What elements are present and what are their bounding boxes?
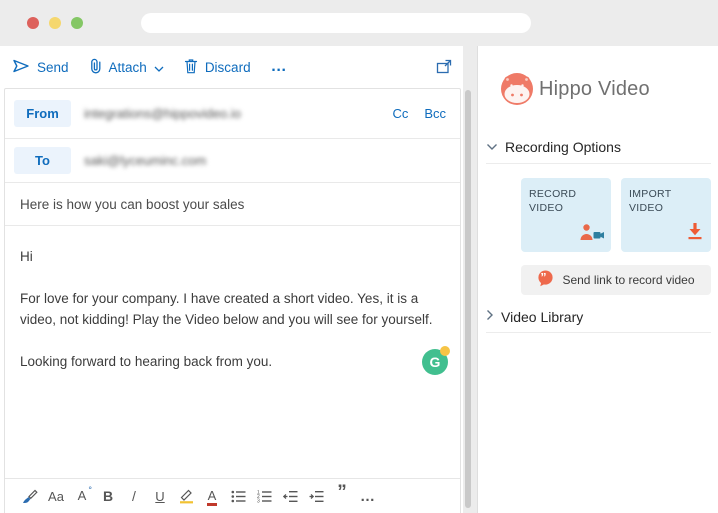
- send-icon: [12, 58, 30, 77]
- discard-label: Discard: [205, 60, 251, 75]
- cc-button[interactable]: Cc: [392, 106, 408, 121]
- import-video-card[interactable]: IMPORT VIDEO: [621, 178, 711, 252]
- panel-title: Hippo Video: [539, 78, 650, 101]
- font-color-button[interactable]: A: [203, 485, 221, 507]
- svg-text:”: ”: [541, 270, 547, 284]
- svg-text:3: 3: [257, 498, 260, 502]
- send-link-label: Send link to record video: [562, 273, 694, 287]
- section-label: Recording Options: [505, 139, 621, 155]
- divider: [486, 332, 711, 333]
- address-bar[interactable]: [141, 13, 531, 33]
- body-paragraph-1: For love for your company. I have create…: [20, 288, 444, 330]
- section-recording-options[interactable]: Recording Options: [486, 138, 621, 156]
- quote-button[interactable]: ”: [333, 485, 351, 507]
- compose-command-bar: Send Attach Discard …: [0, 46, 463, 88]
- to-button[interactable]: To: [14, 147, 71, 174]
- font-icon[interactable]: Aa: [47, 485, 65, 507]
- section-label: Video Library: [501, 309, 583, 325]
- underline-button[interactable]: U: [151, 485, 169, 507]
- chevron-right-icon: [486, 308, 494, 326]
- grammarly-icon[interactable]: G: [422, 349, 448, 375]
- record-video-icon: [580, 223, 604, 245]
- from-row: From integrations@hippovideo.io Cc Bcc: [5, 89, 460, 139]
- grammarly-badge-dot: [440, 346, 450, 356]
- bcc-button[interactable]: Bcc: [424, 106, 446, 121]
- send-button[interactable]: Send: [12, 58, 69, 77]
- outdent-icon[interactable]: [281, 485, 299, 507]
- indent-icon[interactable]: [307, 485, 325, 507]
- body-paragraph-2: Looking forward to hearing back from you…: [20, 351, 444, 372]
- subject-text: Here is how you can boost your sales: [20, 197, 244, 212]
- chevron-down-icon: [486, 138, 498, 156]
- popout-button[interactable]: [436, 59, 452, 79]
- bullet-list-icon[interactable]: [229, 485, 247, 507]
- hippo-logo-icon: [500, 72, 534, 106]
- message-body-editor[interactable]: Hi For love for your company. I have cre…: [5, 226, 460, 478]
- import-video-icon: [686, 222, 704, 245]
- divider: [486, 163, 711, 164]
- discard-button[interactable]: Discard: [184, 58, 251, 77]
- body-greeting: Hi: [20, 246, 444, 267]
- attach-label: Attach: [109, 60, 147, 75]
- compose-card: From integrations@hippovideo.io Cc Bcc T…: [4, 88, 461, 513]
- highlight-icon[interactable]: [177, 485, 195, 507]
- window-close-button[interactable]: [27, 17, 39, 29]
- section-video-library[interactable]: Video Library: [486, 308, 583, 326]
- compose-pane: Send Attach Discard …: [0, 46, 463, 513]
- browser-titlebar: [0, 0, 718, 46]
- record-video-card[interactable]: RECORD VIDEO: [521, 178, 611, 252]
- from-button[interactable]: From: [14, 100, 71, 127]
- formatting-toolbar: Aa A ° B / U A 123: [5, 478, 460, 513]
- numbered-list-icon[interactable]: 123: [255, 485, 273, 507]
- scrollbar-track: [463, 46, 477, 513]
- window-minimize-button[interactable]: [49, 17, 61, 29]
- attach-icon: [89, 58, 102, 77]
- format-painter-icon[interactable]: [21, 485, 39, 507]
- send-link-to-record-button[interactable]: ” Send link to record video: [521, 265, 711, 295]
- chevron-down-icon: [154, 60, 164, 75]
- speech-bubble-icon: ”: [537, 269, 554, 292]
- to-address[interactable]: saki@lyceuminc.com: [84, 153, 206, 168]
- to-row: To saki@lyceuminc.com: [5, 139, 460, 183]
- italic-button[interactable]: /: [125, 485, 143, 507]
- popout-icon: [436, 61, 452, 78]
- send-label: Send: [37, 60, 69, 75]
- more-commands-button[interactable]: …: [271, 58, 288, 76]
- app-window: Send Attach Discard …: [0, 0, 718, 513]
- record-video-label: RECORD VIDEO: [529, 187, 583, 215]
- hippo-video-panel: Hippo Video Recording Options RECORD VID…: [477, 46, 718, 513]
- font-size-icon[interactable]: A °: [73, 485, 91, 507]
- bold-button[interactable]: B: [99, 485, 117, 507]
- import-video-label: IMPORT VIDEO: [629, 187, 683, 215]
- more-formatting-button[interactable]: …: [359, 485, 377, 507]
- discard-icon: [184, 58, 198, 77]
- attach-button[interactable]: Attach: [89, 58, 164, 77]
- window-zoom-button[interactable]: [71, 17, 83, 29]
- from-address[interactable]: integrations@hippovideo.io: [84, 106, 241, 121]
- scrollbar-thumb[interactable]: [465, 90, 471, 508]
- subject-field[interactable]: Here is how you can boost your sales: [5, 183, 460, 226]
